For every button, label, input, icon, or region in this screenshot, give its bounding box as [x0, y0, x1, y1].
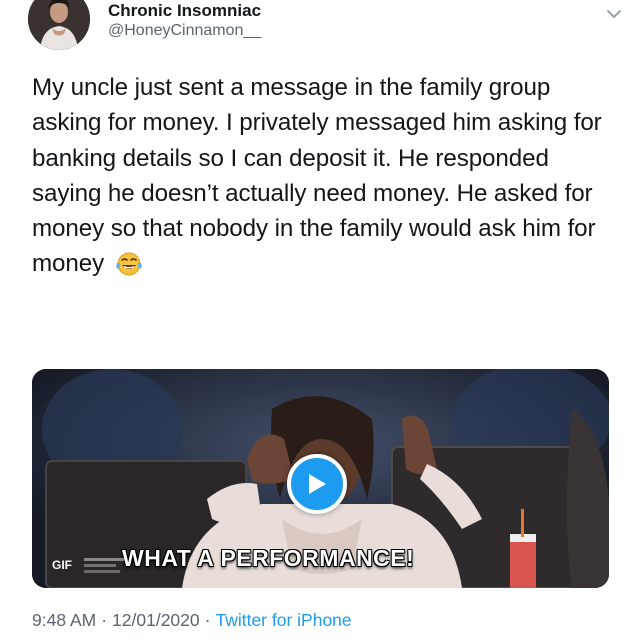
gif-badge: GIF — [52, 558, 72, 572]
play-icon — [309, 474, 326, 494]
chevron-down-icon[interactable] — [602, 4, 626, 24]
gif-media[interactable]: WHAT A PERFORMANCE! GIF — [32, 369, 609, 588]
play-button[interactable] — [287, 454, 347, 514]
watermark-logo — [84, 556, 128, 578]
face-with-tears-of-joy-icon — [115, 251, 143, 287]
tweet-body: My uncle just sent a message in the fami… — [32, 70, 602, 288]
tweet-meta: 9:48 AM · 12/01/2020 · Twitter for iPhone — [32, 610, 622, 631]
tweet-date[interactable]: 12/01/2020 — [112, 610, 200, 630]
tweet-header: Chronic Insomniac @HoneyCinnamon__ — [28, 0, 628, 56]
separator: · — [101, 610, 108, 630]
user-handle[interactable]: @HoneyCinnamon__ — [108, 22, 261, 40]
tweet-card: Chronic Insomniac @HoneyCinnamon__ My un… — [0, 0, 640, 640]
gif-caption: WHAT A PERFORMANCE! — [122, 545, 415, 571]
avatar[interactable] — [28, 0, 90, 50]
tweet-text: My uncle just sent a message in the fami… — [32, 74, 602, 278]
separator: · — [204, 610, 211, 630]
tweet-time[interactable]: 9:48 AM — [32, 610, 96, 630]
profile-photo — [28, 0, 90, 50]
tweet-source-link[interactable]: Twitter for iPhone — [215, 610, 351, 630]
display-name[interactable]: Chronic Insomniac — [108, 1, 261, 21]
